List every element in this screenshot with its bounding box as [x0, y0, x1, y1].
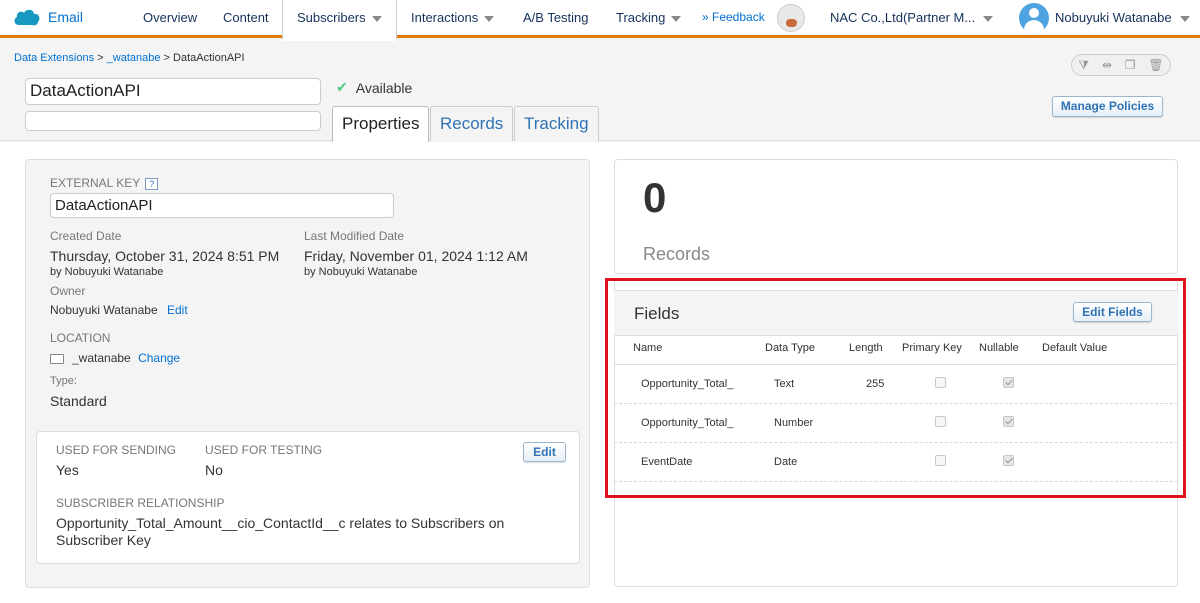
used-for-sending-label: USED FOR SENDING: [56, 443, 177, 457]
nav-tracking-label: Tracking: [616, 10, 666, 25]
nav-ab-testing[interactable]: A/B Testing: [523, 0, 589, 35]
user-name: Nobuyuki Watanabe: [1055, 10, 1172, 25]
breadcrumb-separator: >: [160, 52, 174, 64]
modified-date-label: Last Modified Date: [304, 229, 405, 243]
breadcrumb-current: DataActionAPI: [173, 52, 245, 64]
breadcrumb-folder[interactable]: _watanabe: [107, 52, 161, 64]
breadcrumb-separator: >: [94, 52, 107, 64]
description-input[interactable]: [25, 111, 321, 131]
modified-date-value: Friday, November 01, 2024 1:12 AM: [304, 248, 528, 264]
top-nav: Email Overview Content Subscribers Inter…: [0, 0, 1200, 41]
used-for-testing-value: No: [205, 462, 223, 478]
chevron-down-icon: [983, 15, 994, 22]
owner-value: Nobuyuki Watanabe: [50, 303, 158, 317]
status-text: Available: [355, 79, 413, 96]
salesforce-cloud-icon: [12, 7, 42, 27]
nav-interactions-label: Interactions: [411, 10, 479, 25]
app-brand[interactable]: Email: [12, 7, 83, 27]
owner-label: Owner: [50, 284, 86, 298]
tab-tracking[interactable]: Tracking: [514, 106, 599, 141]
external-key-label: EXTERNAL KEY?: [50, 176, 159, 190]
tab-properties[interactable]: Properties: [332, 106, 430, 142]
subscriber-relationship-label: SUBSCRIBER RELATIONSHIP: [56, 496, 225, 510]
move-icon[interactable]: ⇹: [1102, 58, 1112, 72]
owner-edit-link[interactable]: Edit: [167, 303, 188, 317]
action-toolbar: ⧩ ⇹ ❐ 🗑: [1071, 54, 1171, 76]
owner-row: Nobuyuki Watanabe Edit: [50, 303, 188, 317]
records-count: 0: [643, 174, 667, 221]
used-for-sending-value: Yes: [56, 462, 79, 478]
account-name: NAC Co.,Ltd(Partner M...: [830, 10, 976, 25]
records-label: Records: [643, 244, 711, 264]
nav-subscribers-label: Subscribers: [297, 10, 366, 25]
created-date-label: Created Date: [50, 229, 122, 243]
location-label: LOCATION: [50, 331, 111, 345]
created-by: by Nobuyuki Watanabe: [50, 266, 164, 278]
einstein-mascot-icon[interactable]: [777, 4, 805, 32]
modified-by: by Nobuyuki Watanabe: [304, 266, 418, 278]
manage-policies-button[interactable]: Manage Policies: [1052, 96, 1163, 117]
chevron-down-icon: [1179, 15, 1190, 22]
subscriber-relationship-line2: Subscriber Key: [56, 532, 151, 548]
tab-records[interactable]: Records: [430, 106, 514, 141]
nav-tracking[interactable]: Tracking: [616, 0, 682, 35]
used-for-testing-label: USED FOR TESTING: [205, 443, 323, 457]
status-indicator: ✔ Available: [336, 79, 412, 96]
page-header: Data Extensions > _watanabe > DataAction…: [0, 41, 1200, 142]
breadcrumb-data-extensions[interactable]: Data Extensions: [14, 52, 94, 64]
feedback-link[interactable]: » Feedback: [702, 0, 765, 35]
type-value: Standard: [50, 393, 107, 409]
external-key-label-text: EXTERNAL KEY: [50, 176, 141, 190]
chevron-down-icon: [371, 15, 382, 22]
subscriber-relationship-line1: Opportunity_Total_Amount__cio_ContactId_…: [56, 515, 505, 531]
user-avatar[interactable]: [1019, 3, 1049, 33]
nav-interactions[interactable]: Interactions: [411, 0, 495, 35]
account-switcher[interactable]: NAC Co.,Ltd(Partner M...: [830, 0, 994, 35]
trash-icon[interactable]: 🗑: [1148, 58, 1163, 72]
nav-overview[interactable]: Overview: [143, 0, 197, 35]
chevron-down-icon: [484, 15, 495, 22]
folder-icon: [50, 353, 64, 364]
type-label: Type:: [50, 375, 77, 387]
location-change-link[interactable]: Change: [138, 351, 180, 365]
nav-content[interactable]: Content: [223, 0, 269, 35]
records-summary-card: 0 Records: [614, 159, 1178, 274]
user-menu[interactable]: Nobuyuki Watanabe: [1055, 0, 1190, 35]
created-date-value: Thursday, October 31, 2024 8:51 PM: [50, 248, 280, 264]
app-name: Email: [48, 9, 84, 25]
check-icon: ✔: [336, 79, 348, 95]
properties-panel: EXTERNAL KEY? DataActionAPI Created Date…: [25, 159, 590, 588]
help-icon[interactable]: ?: [145, 178, 159, 190]
chevron-down-icon: [671, 15, 682, 22]
location-row: _watanabe Change: [50, 351, 180, 365]
location-value: _watanabe: [72, 351, 131, 365]
nav-subscribers[interactable]: Subscribers: [282, 0, 397, 41]
main-content: EXTERNAL KEY? DataActionAPI Created Date…: [0, 142, 1200, 603]
external-key-input[interactable]: DataActionAPI: [50, 193, 394, 218]
filter-icon[interactable]: ⧩: [1078, 58, 1089, 73]
sending-card: USED FOR SENDING Yes USED FOR TESTING No…: [36, 431, 580, 564]
annotation-highlight-box: [605, 278, 1186, 498]
breadcrumb: Data Extensions > _watanabe > DataAction…: [14, 52, 245, 64]
copy-icon[interactable]: ❐: [1125, 58, 1136, 72]
edit-sending-button[interactable]: Edit: [523, 442, 566, 462]
data-extension-name-input[interactable]: DataActionAPI: [25, 78, 321, 105]
